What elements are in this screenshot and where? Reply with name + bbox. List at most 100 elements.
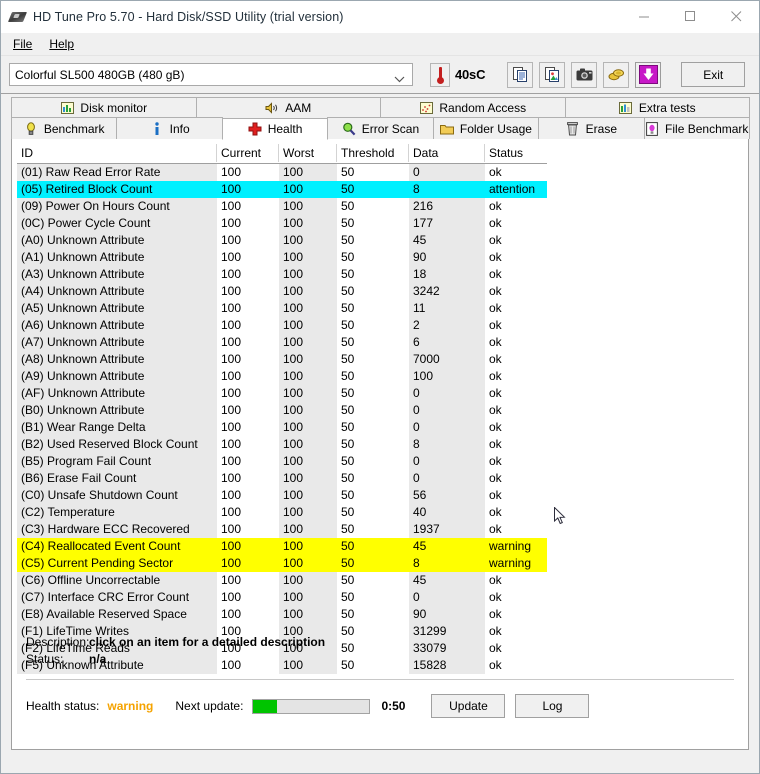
file-bulb-icon: [645, 121, 659, 136]
cell-id: (C5) Current Pending Sector: [17, 555, 217, 572]
table-row[interactable]: (C2) Temperature 100 100 50 40 ok: [17, 504, 547, 521]
table-row[interactable]: (A8) Unknown Attribute 100 100 50 7000 ok: [17, 351, 547, 368]
tab-extra-tests[interactable]: Extra tests: [564, 97, 750, 117]
trash-icon: [566, 121, 580, 136]
table-row[interactable]: (A4) Unknown Attribute 100 100 50 3242 ok: [17, 283, 547, 300]
download-button[interactable]: [635, 61, 662, 88]
cell-current: 100: [217, 521, 279, 538]
toolbar: Colorful SL500 480GB (480 gB) 40sC Exit: [1, 56, 759, 94]
tab-disk-monitor[interactable]: Disk monitor: [11, 97, 197, 117]
cell-current: 100: [217, 453, 279, 470]
coins-button[interactable]: [603, 61, 630, 88]
column-header-id[interactable]: ID: [17, 144, 217, 162]
title-bar: HD Tune Pro 5.70 - Hard Disk/SSD Utility…: [1, 1, 759, 33]
cell-status: ok: [485, 402, 547, 419]
column-header-data[interactable]: Data: [409, 144, 485, 162]
cell-data: 56: [409, 487, 485, 504]
copy-image-button[interactable]: [539, 61, 566, 88]
camera-icon: [576, 68, 593, 81]
column-header-threshold[interactable]: Threshold: [337, 144, 409, 162]
tab-erase[interactable]: Erase: [538, 117, 645, 139]
table-row[interactable]: (E8) Available Reserved Space 100 100 50 90 o…: [17, 606, 547, 623]
maximize-icon[interactable]: [667, 1, 713, 32]
screenshot-button[interactable]: [571, 61, 598, 88]
cell-current: 100: [217, 487, 279, 504]
table-row[interactable]: (B6) Erase Fail Count 100 100 50 0 ok: [17, 470, 547, 487]
cell-worst: 100: [279, 300, 337, 317]
table-row[interactable]: (05) Retired Block Count 100 100 50 8 attenti…: [17, 181, 547, 198]
cell-status: attention: [485, 181, 547, 198]
column-header-current[interactable]: Current: [217, 144, 279, 162]
table-row[interactable]: (B5) Program Fail Count 100 100 50 0 ok: [17, 453, 547, 470]
cell-threshold: 50: [337, 436, 409, 453]
table-row[interactable]: (C7) Interface CRC Error Count 100 100 50 0 o…: [17, 589, 547, 606]
update-button[interactable]: Update: [431, 694, 506, 718]
table-row[interactable]: (0C) Power Cycle Count 100 100 50 177 ok: [17, 215, 547, 232]
menu-help[interactable]: Help: [45, 35, 83, 53]
table-row[interactable]: (C0) Unsafe Shutdown Count 100 100 50 56 ok: [17, 487, 547, 504]
speaker-icon: [265, 101, 279, 115]
table-row[interactable]: (C4) Reallocated Event Count 100 100 50 45 wa…: [17, 538, 547, 555]
cell-data: 45: [409, 232, 485, 249]
table-row[interactable]: (C3) Hardware ECC Recovered 100 100 50 1937 o…: [17, 521, 547, 538]
exit-button[interactable]: Exit: [681, 62, 746, 87]
table-row[interactable]: (A5) Unknown Attribute 100 100 50 11 ok: [17, 300, 547, 317]
table-row[interactable]: (09) Power On Hours Count 100 100 50 216 ok: [17, 198, 547, 215]
table-row[interactable]: (C6) Offline Uncorrectable 100 100 50 45 ok: [17, 572, 547, 589]
close-icon[interactable]: [713, 1, 759, 32]
table-row[interactable]: (A3) Unknown Attribute 100 100 50 18 ok: [17, 266, 547, 283]
cell-worst: 100: [279, 215, 337, 232]
table-row[interactable]: (A6) Unknown Attribute 100 100 50 2 ok: [17, 317, 547, 334]
tab-erase-label: Erase: [585, 121, 617, 136]
tab-extra-tests-label: Extra tests: [638, 100, 696, 115]
table-row[interactable]: (A9) Unknown Attribute 100 100 50 100 ok: [17, 368, 547, 385]
table-row[interactable]: (A7) Unknown Attribute 100 100 50 6 ok: [17, 334, 547, 351]
cell-threshold: 50: [337, 249, 409, 266]
footer-status-row: Health status: warning Next update: 0:50…: [26, 693, 734, 719]
table-row[interactable]: (01) Raw Read Error Rate 100 100 50 0 ok: [17, 164, 547, 181]
cell-data: 45: [409, 572, 485, 589]
tab-file-benchmark[interactable]: File Benchmark: [643, 117, 750, 139]
log-button[interactable]: Log: [515, 694, 590, 718]
tab-benchmark[interactable]: Benchmark: [11, 117, 118, 139]
cell-id: (A7) Unknown Attribute: [17, 334, 217, 351]
minimize-icon[interactable]: [621, 1, 667, 32]
table-row[interactable]: (B0) Unknown Attribute 100 100 50 0 ok: [17, 402, 547, 419]
cell-worst: 100: [279, 504, 337, 521]
scatter-icon: [419, 101, 433, 115]
table-row[interactable]: (C5) Current Pending Sector 100 100 50 8 warn…: [17, 555, 547, 572]
cell-id: (A4) Unknown Attribute: [17, 283, 217, 300]
cell-current: 100: [217, 368, 279, 385]
cell-status: ok: [485, 317, 547, 334]
copy-text-icon: [512, 67, 527, 82]
table-row[interactable]: (A0) Unknown Attribute 100 100 50 45 ok: [17, 232, 547, 249]
copy-text-button[interactable]: [507, 61, 534, 88]
cell-data: 7000: [409, 351, 485, 368]
tab-aam-label: AAM: [285, 100, 312, 115]
column-header-status[interactable]: Status: [485, 144, 547, 162]
tab-info[interactable]: Info: [116, 117, 223, 139]
cell-current: 100: [217, 402, 279, 419]
cell-status: ok: [485, 606, 547, 623]
cell-status: ok: [485, 198, 547, 215]
cell-threshold: 50: [337, 538, 409, 555]
cell-id: (0C) Power Cycle Count: [17, 215, 217, 232]
column-header-worst[interactable]: Worst: [279, 144, 337, 162]
table-row[interactable]: (A1) Unknown Attribute 100 100 50 90 ok: [17, 249, 547, 266]
table-row[interactable]: (B1) Wear Range Delta 100 100 50 0 ok: [17, 419, 547, 436]
drive-select[interactable]: Colorful SL500 480GB (480 gB): [9, 63, 413, 86]
tab-random-access[interactable]: Random Access: [380, 97, 566, 117]
cell-data: 8: [409, 181, 485, 198]
cell-worst: 100: [279, 436, 337, 453]
cell-status: ok: [485, 300, 547, 317]
table-row[interactable]: (B2) Used Reserved Block Count 100 100 50 8 o…: [17, 436, 547, 453]
status-value: n/a: [89, 652, 107, 666]
tab-health[interactable]: Health: [221, 118, 329, 140]
tab-error-scan[interactable]: Error Scan: [327, 117, 434, 139]
tab-aam[interactable]: AAM: [195, 97, 381, 117]
tab-folder-usage[interactable]: Folder Usage: [432, 117, 540, 139]
table-row[interactable]: (AF) Unknown Attribute 100 100 50 0 ok: [17, 385, 547, 402]
menu-file[interactable]: File: [9, 35, 41, 53]
status-label: Status:: [26, 652, 64, 666]
cell-id: (C6) Offline Uncorrectable: [17, 572, 217, 589]
